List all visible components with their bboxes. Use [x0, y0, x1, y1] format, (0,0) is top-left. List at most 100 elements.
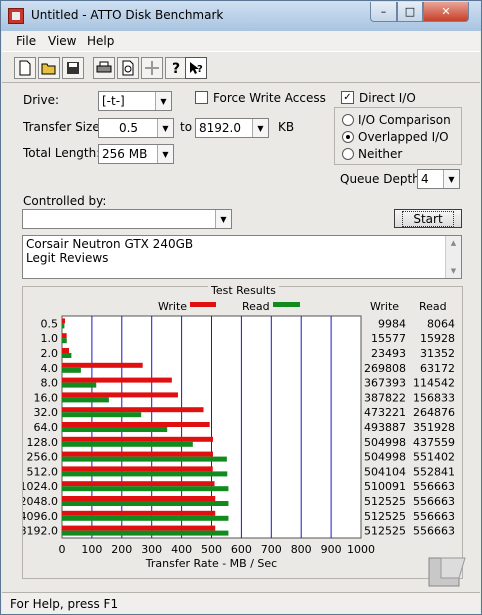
help-icon[interactable]: ? [165, 57, 187, 79]
chevron-down-icon[interactable]: ▼ [157, 119, 173, 137]
menu-bar: File View Help [2, 31, 480, 51]
y-tick-label: 2.0 [41, 347, 59, 360]
write-bar [62, 422, 210, 427]
read-value: 556663 [413, 480, 455, 493]
y-tick-label: 1.0 [41, 332, 59, 345]
write-value: 512525 [364, 510, 406, 523]
force-write-checkbox[interactable] [195, 91, 208, 104]
read-value: 8064 [427, 317, 455, 330]
read-bar [62, 471, 228, 477]
write-bar [62, 392, 178, 398]
y-tick-label: 16.0 [34, 391, 59, 404]
drive-label: Drive: [23, 93, 60, 107]
write-bar [62, 318, 65, 324]
controlled-by-select[interactable]: ▼ [22, 209, 232, 229]
y-tick-label: 4096.0 [23, 510, 58, 523]
y-tick-label: 8192.0 [23, 525, 58, 538]
io-comparison-label: I/O Comparison [358, 113, 451, 127]
total-length-select[interactable]: 256 MB ▼ [98, 144, 174, 164]
queue-depth-value: 4 [421, 172, 429, 186]
new-icon[interactable] [14, 57, 36, 79]
read-value: 556663 [413, 525, 455, 538]
legend-read-swatch [273, 302, 300, 307]
kb-label: KB [278, 120, 295, 134]
read-value: 156833 [413, 391, 455, 404]
overlapped-io-radio[interactable] [342, 131, 354, 143]
transfer-size-to-select[interactable]: 8192.0 ▼ [195, 118, 269, 138]
maximize-button[interactable]: □ [397, 2, 423, 22]
y-tick-label: 8.0 [41, 377, 59, 390]
force-write-label: Force Write Access [213, 91, 326, 105]
chevron-down-icon[interactable]: ▼ [157, 145, 173, 163]
notes-line-1: Corsair Neutron GTX 240GB [26, 237, 194, 251]
write-value: 512525 [364, 525, 406, 538]
write-bar [62, 510, 216, 516]
title-bar[interactable]: Untitled - ATTO Disk Benchmark – □ ✕ [1, 1, 481, 31]
total-length-value: 256 MB [102, 147, 148, 161]
x-tick-label: 200 [111, 543, 132, 556]
chevron-down-icon[interactable]: ▼ [215, 210, 231, 228]
io-comparison-radio[interactable] [342, 114, 354, 126]
open-icon[interactable] [38, 57, 60, 79]
write-value: 473221 [364, 406, 406, 419]
drive-value: [-t-] [102, 94, 125, 108]
queue-depth-select[interactable]: 4 ▼ [417, 169, 460, 189]
toolbar: ? ? [2, 51, 480, 83]
menu-file[interactable]: File [16, 34, 36, 48]
read-bar [62, 323, 65, 329]
chevron-down-icon[interactable]: ▼ [155, 92, 171, 110]
write-value: 504998 [364, 436, 406, 449]
x-tick-label: 500 [201, 543, 222, 556]
write-bar [62, 525, 216, 531]
read-bar [62, 515, 229, 521]
write-value: 512525 [364, 495, 406, 508]
menu-help[interactable]: Help [87, 34, 114, 48]
direct-io-label: Direct I/O [359, 91, 416, 105]
queue-depth-label: Queue Depth: [340, 172, 424, 186]
context-help-icon[interactable]: ? [185, 57, 207, 79]
results-chart: 0 100 200 300 400 500 600 700 800 900 1000 Transfer… [23, 300, 455, 570]
read-value: 15928 [420, 332, 455, 345]
y-tick-label: 0.5 [41, 317, 59, 330]
write-bar [62, 333, 67, 339]
legit-reviews-logo [428, 557, 466, 587]
print-icon[interactable] [93, 57, 115, 79]
x-tick-label: 900 [321, 543, 342, 556]
chevron-down-icon[interactable]: ▼ [443, 170, 459, 188]
direct-io-checkbox[interactable]: ✓ [341, 91, 354, 104]
read-bar [62, 427, 168, 432]
read-value: 63172 [420, 362, 455, 375]
read-value: 437559 [413, 436, 455, 449]
notes-textarea[interactable]: Corsair Neutron GTX 240GB Legit Reviews … [22, 235, 462, 279]
write-bar [62, 496, 216, 501]
write-value: 23493 [371, 347, 406, 360]
chevron-down-icon[interactable]: ▼ [252, 119, 268, 137]
y-tick-label: 512.0 [27, 465, 59, 478]
neither-radio[interactable] [342, 148, 354, 160]
read-value: 556663 [413, 510, 455, 523]
write-bar [62, 362, 143, 368]
x-tick-label: 300 [141, 543, 162, 556]
x-tick-label: 800 [291, 543, 312, 556]
svg-text:?: ? [172, 61, 180, 76]
y-tick-label: 32.0 [34, 406, 59, 419]
read-value: 351928 [413, 421, 455, 434]
print-preview-icon[interactable] [117, 57, 139, 79]
write-bar [62, 436, 213, 442]
move-icon[interactable] [141, 57, 163, 79]
transfer-size-from-select[interactable]: 0.5 ▼ [98, 118, 174, 138]
read-bar [62, 367, 81, 373]
read-bar [62, 530, 229, 536]
menu-view[interactable]: View [48, 34, 76, 48]
write-value: 387822 [364, 391, 406, 404]
legend-read-label: Read [242, 300, 270, 313]
start-button[interactable]: Start [394, 209, 462, 228]
close-button[interactable]: ✕ [423, 2, 469, 22]
write-value: 367393 [364, 377, 406, 390]
save-icon[interactable] [62, 57, 84, 79]
minimize-button[interactable]: – [370, 2, 397, 22]
transfer-size-label: Transfer Size: [23, 120, 104, 134]
drive-select[interactable]: [-t-] ▼ [98, 91, 172, 111]
notes-scrollbar[interactable]: ▲ ▼ [445, 236, 461, 278]
x-tick-label: 400 [171, 543, 192, 556]
